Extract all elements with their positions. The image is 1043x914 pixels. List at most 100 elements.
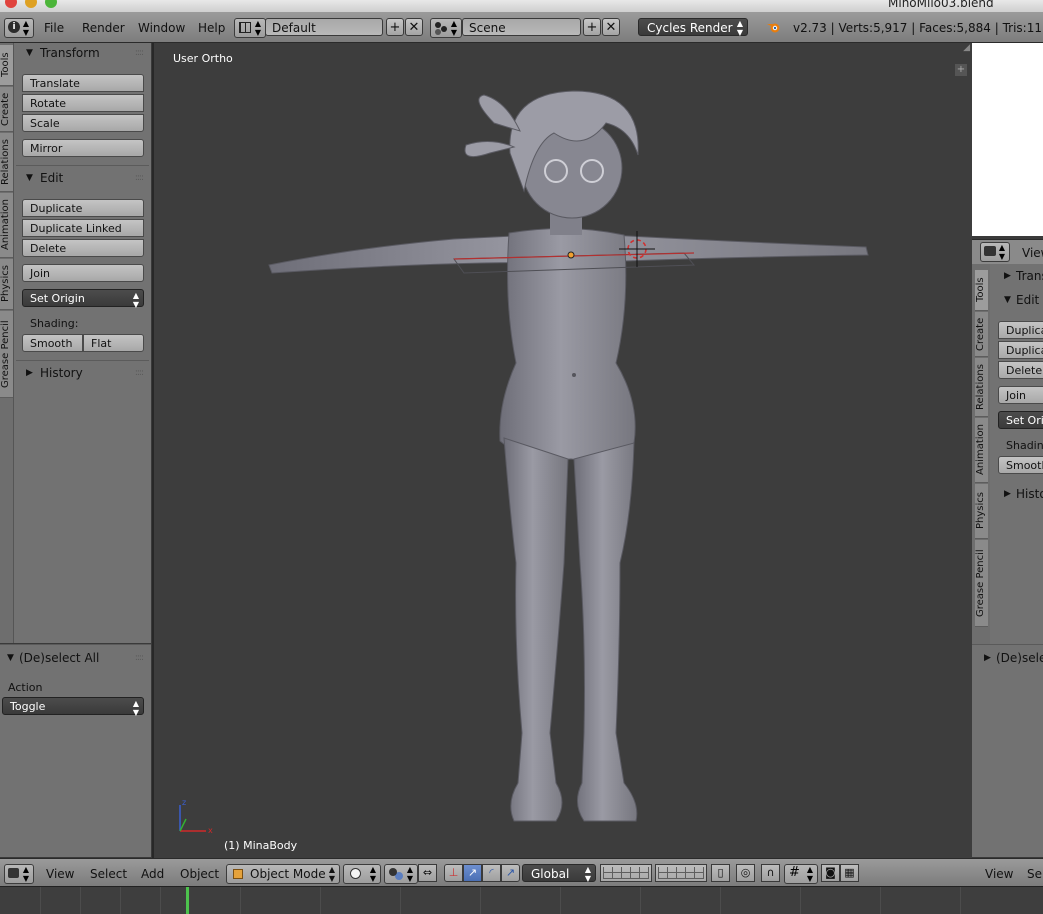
duplicate-linked-button[interactable]: Duplicate Linked <box>22 219 144 237</box>
screen-layout-selector[interactable]: ▲ ▼ <box>234 18 266 38</box>
right-tab-tools[interactable]: Tools <box>975 270 988 311</box>
right-set-origin-dropdown[interactable]: Set Ori <box>998 411 1043 429</box>
proportional-edit-icon: ◎ <box>740 866 751 879</box>
close-icon: ✕ <box>605 20 617 35</box>
right-join-button[interactable]: Join <box>998 386 1043 404</box>
right-tab-grease-pencil[interactable]: Grease Pencil <box>975 540 988 627</box>
pivot-point-dropdown[interactable]: ▲ ▼ <box>384 864 418 884</box>
shade-flat-button[interactable]: Flat <box>83 334 144 352</box>
delete-scene-button[interactable]: ✕ <box>602 18 620 36</box>
proportional-edit-button[interactable]: ◎ <box>736 864 755 882</box>
snap-grid-icon: # <box>789 865 800 880</box>
right-operator-header[interactable]: ▶ (De)sele <box>972 648 1043 668</box>
menu-render[interactable]: Render <box>82 21 125 35</box>
right-menu-select-bottom[interactable]: Sel <box>1027 867 1043 881</box>
layers-right-button[interactable] <box>655 864 707 882</box>
duplicate-button[interactable]: Duplicate <box>22 199 144 217</box>
tab-tools[interactable]: Tools <box>0 45 13 86</box>
opengl-render-animation-button[interactable]: ▦ <box>840 864 859 882</box>
manipulator-toggle-button[interactable]: ⊥ <box>444 864 463 882</box>
tab-grease-pencil[interactable]: Grease Pencil <box>0 311 13 398</box>
right-edit-header[interactable]: ▼ Edit <box>990 290 1043 310</box>
axis-gizmo-icon: z x <box>179 798 213 835</box>
menu-help[interactable]: Help <box>198 21 225 35</box>
shade-smooth-button[interactable]: Smooth <box>22 334 83 352</box>
right-editor-type-selector[interactable]: ▲ ▼ <box>980 242 1010 262</box>
menu-window[interactable]: Window <box>138 21 185 35</box>
current-frame-cursor[interactable] <box>186 887 189 914</box>
right-menu-view-bottom[interactable]: View <box>985 867 1013 881</box>
edit-panel-header[interactable]: ▼ Edit :::: <box>14 168 151 188</box>
viewport-shading-dropdown[interactable]: ▲ ▼ <box>343 864 381 884</box>
transform-orientation-dropdown[interactable]: Global ▲ ▼ <box>522 864 596 883</box>
scale-button[interactable]: Scale <box>22 114 144 132</box>
right-transform-header[interactable]: ▶ Trans <box>990 266 1043 286</box>
translate-button[interactable]: Translate <box>22 74 144 92</box>
opengl-render-image-button[interactable]: ◙ <box>821 864 840 882</box>
render-engine-dropdown[interactable]: Cycles Render ▲ ▼ <box>638 18 748 37</box>
add-scene-button[interactable]: + <box>583 18 601 36</box>
drag-grip-icon[interactable]: :::: <box>135 43 144 63</box>
delete-layout-button[interactable]: ✕ <box>405 18 423 36</box>
tab-relations[interactable]: Relations <box>0 133 13 192</box>
menu-select[interactable]: Select <box>90 867 127 881</box>
drag-grip-icon[interactable]: :::: <box>135 648 144 668</box>
right-duplicate-button[interactable]: Duplica <box>998 321 1043 339</box>
right-smooth-button[interactable]: Smooth <box>998 456 1043 474</box>
3d-viewport[interactable]: User Ortho (1) MinaBody ◢ + z x <box>152 43 972 858</box>
minimize-window-button[interactable] <box>25 0 37 8</box>
interaction-mode-value: Object Mode <box>250 867 326 881</box>
drag-grip-icon[interactable]: :::: <box>135 168 144 188</box>
timeline-strip[interactable] <box>0 886 1043 914</box>
rotate-button[interactable]: Rotate <box>22 94 144 112</box>
rotate-manipulator-button[interactable]: ◜ <box>482 864 501 882</box>
editor-type-selector[interactable]: i ▲ ▼ <box>4 18 34 38</box>
right-menu-view[interactable]: View <box>1022 246 1043 260</box>
zoom-window-button[interactable] <box>45 0 57 8</box>
menu-add[interactable]: Add <box>141 867 164 881</box>
delete-button[interactable]: Delete <box>22 239 144 257</box>
menu-view[interactable]: View <box>46 867 74 881</box>
right-tab-animation[interactable]: Animation <box>975 418 988 483</box>
lock-camera-button[interactable]: ▯ <box>711 864 730 882</box>
screen-layout-field[interactable]: Default <box>265 18 383 36</box>
scene-selector[interactable]: ▲ ▼ <box>430 18 462 38</box>
view3d-editor-type-selector[interactable]: ▲ ▼ <box>4 864 34 884</box>
outliner-area[interactable] <box>972 43 1043 236</box>
layers-left-button[interactable] <box>600 864 652 882</box>
close-window-button[interactable] <box>5 0 17 8</box>
set-origin-dropdown[interactable]: Set Origin ▲ ▼ <box>22 289 144 309</box>
right-delete-button[interactable]: Delete <box>998 361 1043 379</box>
scale-icon: ↗ <box>505 866 516 879</box>
menu-object[interactable]: Object <box>180 867 219 881</box>
character-mesh[interactable] <box>268 90 869 822</box>
menu-file[interactable]: File <box>44 21 64 35</box>
snap-element-dropdown[interactable]: # ▲ ▼ <box>784 864 818 884</box>
right-history-header[interactable]: ▶ Histo <box>990 484 1043 504</box>
scene-field[interactable]: Scene <box>462 18 581 36</box>
mirror-button[interactable]: Mirror <box>22 139 144 157</box>
interaction-mode-dropdown[interactable]: Object Mode ▲ ▼ <box>226 864 340 884</box>
drag-grip-icon[interactable]: :::: <box>135 363 144 383</box>
action-dropdown[interactable]: Toggle ▲ ▼ <box>2 697 144 717</box>
scale-manipulator-button[interactable]: ↗ <box>501 864 520 882</box>
add-layout-button[interactable]: + <box>386 18 404 36</box>
snap-toggle-button[interactable]: ∩ <box>761 864 780 882</box>
tab-create[interactable]: Create <box>0 87 13 132</box>
right-tab-relations[interactable]: Relations <box>975 358 988 417</box>
tab-animation[interactable]: Animation <box>0 193 13 258</box>
operator-panel-header[interactable]: ▼ (De)select All :::: <box>0 648 151 668</box>
right-tab-physics[interactable]: Physics <box>975 484 988 539</box>
right-duplicate-linked-button[interactable]: Duplica <box>998 341 1043 359</box>
translate-manipulator-button[interactable]: ↗ <box>463 864 482 882</box>
right-operator-panel: ▶ (De)sele <box>972 644 1043 857</box>
timeline-gridline <box>800 887 801 914</box>
join-button[interactable]: Join <box>22 264 144 282</box>
panel-divider <box>16 165 149 166</box>
tab-physics[interactable]: Physics <box>0 259 13 310</box>
manipulate-center-points-button[interactable]: ⇔ <box>418 864 437 882</box>
history-panel-header[interactable]: ▶ History :::: <box>14 363 151 383</box>
right-tab-create[interactable]: Create <box>975 312 988 357</box>
chevron-updown-icon: ▲ ▼ <box>450 19 457 37</box>
transform-panel-header[interactable]: ▼ Transform :::: <box>14 43 151 63</box>
